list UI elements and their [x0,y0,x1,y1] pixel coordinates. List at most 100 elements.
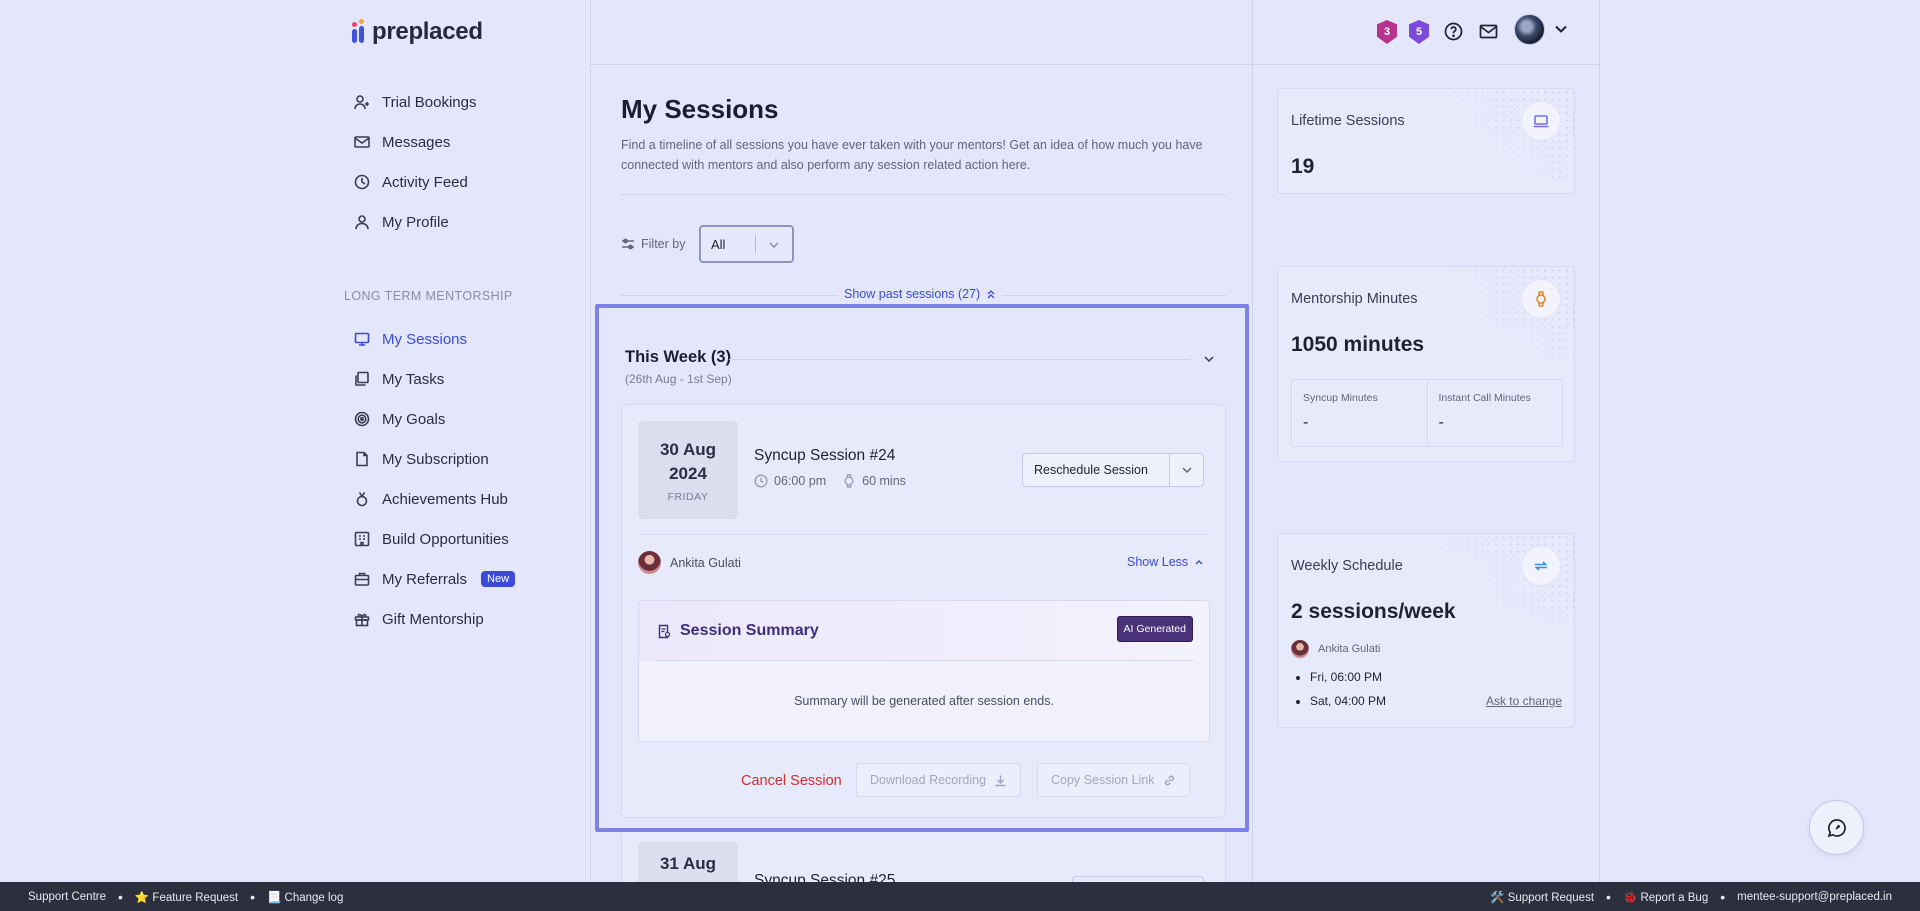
sidebar-item-my-tasks[interactable]: My Tasks [354,359,574,399]
download-recording-button[interactable]: Download Recording [856,763,1022,797]
sidebar-mentorship-nav: My Sessions My Tasks My Goals My Subscri… [354,319,574,639]
ask-to-change-link[interactable]: Ask to change [1486,694,1562,708]
sidebar-item-label: My Subscription [382,450,489,468]
sidebar-item-my-profile[interactable]: My Profile [354,202,574,242]
sidebar-item-my-subscription[interactable]: My Subscription [354,439,574,479]
feature-request-link[interactable]: ⭐ Feature Request [135,890,238,904]
divider [621,194,1226,195]
sidebar-item-activity-feed[interactable]: Activity Feed [354,162,574,202]
chevron-down-icon[interactable] [1554,22,1568,41]
session-summary-panel: Session Summary AI Generated Summary wil… [638,600,1210,742]
mentor-avatar [638,551,661,574]
lifetime-sessions-card: Lifetime Sessions 19 [1277,88,1575,194]
collapse-week-chevron-icon[interactable] [1203,352,1215,370]
filter-select[interactable]: All [699,225,794,263]
badge-count: 5 [1415,26,1423,38]
sidebar-item-messages[interactable]: Messages [354,122,574,162]
top-header-bar: 3 5 [1253,0,1599,65]
schedule-slot: Fri, 06:00 PM [1310,670,1386,684]
page-description: Find a timeline of all sessions you have… [621,138,1203,172]
chevron-down-icon [768,239,780,254]
session-date-year: 2024 [669,464,707,483]
weekly-schedule-label: Weekly Schedule [1291,558,1403,574]
support-centre-link[interactable]: Support Centre [28,891,106,903]
session-date: 30 Aug 2024 FRIDAY [638,421,738,519]
sidebar-item-label: My Tasks [382,370,445,388]
copy-session-link-button[interactable]: Copy Session Link [1037,763,1190,797]
mentor-info: Ankita Gulati [638,551,741,574]
schedule-mentor: Ankita Gulati [1291,640,1380,658]
summary-document-icon [658,624,671,638]
report-bug-link[interactable]: 🐞 Report a Bug [1623,890,1708,904]
sidebar-item-trial-bookings[interactable]: Trial Bookings [354,82,574,122]
chat-support-button[interactable] [1809,800,1864,855]
badge-shield-icon[interactable]: 3 [1377,20,1397,44]
support-email-link[interactable]: mentee-support@preplaced.in [1737,891,1892,903]
building-icon [354,531,370,547]
repeat-icon [1522,547,1560,585]
download-icon [995,775,1006,786]
copy-session-link-label: Copy Session Link [1051,773,1155,787]
instant-call-minutes: Instant Call Minutes - [1426,380,1563,446]
sidebar-item-label: Activity Feed [382,173,468,191]
sidebar-top-nav: Trial Bookings Messages Activity Feed My… [354,82,574,242]
logo-mark-icon [352,19,366,45]
show-less-label: Show Less [1127,555,1189,569]
user-icon [355,215,369,230]
reschedule-label: Reschedule Session [1034,463,1148,477]
instant-call-minutes-value: - [1438,414,1444,431]
sidebar-item-achievements-hub[interactable]: Achievements Hub [354,479,574,519]
session-title: Syncup Session #24 [754,447,896,464]
sidebar-item-gift-mentorship[interactable]: Gift Mentorship [354,599,574,639]
watch-icon [1522,280,1560,318]
sidebar-item-label: My Referrals [382,570,468,588]
change-log-link[interactable]: 📃 Change log [267,890,343,904]
user-plus-icon [354,95,369,110]
sidebar-item-build-opportunities[interactable]: Build Opportunities [354,519,574,559]
cancel-session-button[interactable]: Cancel Session [741,773,842,789]
instant-call-minutes-label: Instant Call Minutes [1438,392,1531,404]
chevron-up-icon [1195,560,1203,565]
mail-icon[interactable] [1479,22,1498,46]
sidebar-item-my-goals[interactable]: My Goals [354,399,574,439]
sidebar-item-my-sessions[interactable]: My Sessions [354,319,574,359]
badge-shield-icon[interactable]: 5 [1409,20,1429,44]
target-icon [354,411,370,427]
mentorship-minutes-card: Mentorship Minutes 1050 minutes Syncup M… [1277,266,1575,462]
ai-generated-tag: AI Generated [1116,616,1193,642]
next-session-card[interactable]: 31 Aug Syncup Session #25 [621,832,1226,882]
clock-icon [354,174,370,190]
sidebar-item-label: Trial Bookings [382,93,477,111]
mentorship-minutes-value: 1050 minutes [1291,333,1425,356]
help-icon[interactable] [1444,22,1463,46]
session-card: 30 Aug 2024 FRIDAY Syncup Session #24 06… [621,404,1226,818]
sidebar-item-label: My Sessions [382,330,468,348]
show-less-toggle[interactable]: Show Less [1127,555,1204,569]
sidebar-item-my-referrals[interactable]: My Referrals New [354,559,574,599]
reschedule-options-chevron-icon[interactable] [1170,464,1203,476]
tasks-icon [355,371,369,386]
laptop-icon [1522,102,1560,140]
link-icon [1164,775,1174,785]
next-session-title: Syncup Session #25 [754,872,896,882]
new-badge: New [481,571,516,587]
download-recording-label: Download Recording [870,773,987,787]
support-request-link[interactable]: 🛠️ Support Request [1490,890,1594,904]
user-avatar[interactable] [1514,14,1545,45]
session-weekday: FRIDAY [667,491,709,503]
right-panel: 3 5 Lifetime Sessions 19 Mentorship Minu… [1253,0,1600,882]
syncup-minutes-label: Syncup Minutes [1303,392,1378,404]
summary-placeholder-text: Summary will be generated after session … [794,694,1054,708]
sidebar-item-label: Messages [382,133,451,151]
reschedule-session-button[interactable]: Reschedule Session [1022,453,1204,487]
schedule-mentor-name: Ankita Gulati [1318,643,1381,655]
main-header-bar [591,0,1252,65]
minutes-breakdown: Syncup Minutes - Instant Call Minutes - [1291,379,1563,447]
document-icon [356,451,368,467]
show-past-sessions-link[interactable]: Show past sessions (27) [838,287,1003,301]
brand-name: preplaced [372,18,483,45]
sidebar-item-label: Achievements Hub [382,490,508,508]
filter-value: All [711,236,726,252]
schedule-slots: Fri, 06:00 PM Sat, 04:00 PM [1310,670,1386,718]
brand-logo[interactable]: preplaced [352,18,483,46]
